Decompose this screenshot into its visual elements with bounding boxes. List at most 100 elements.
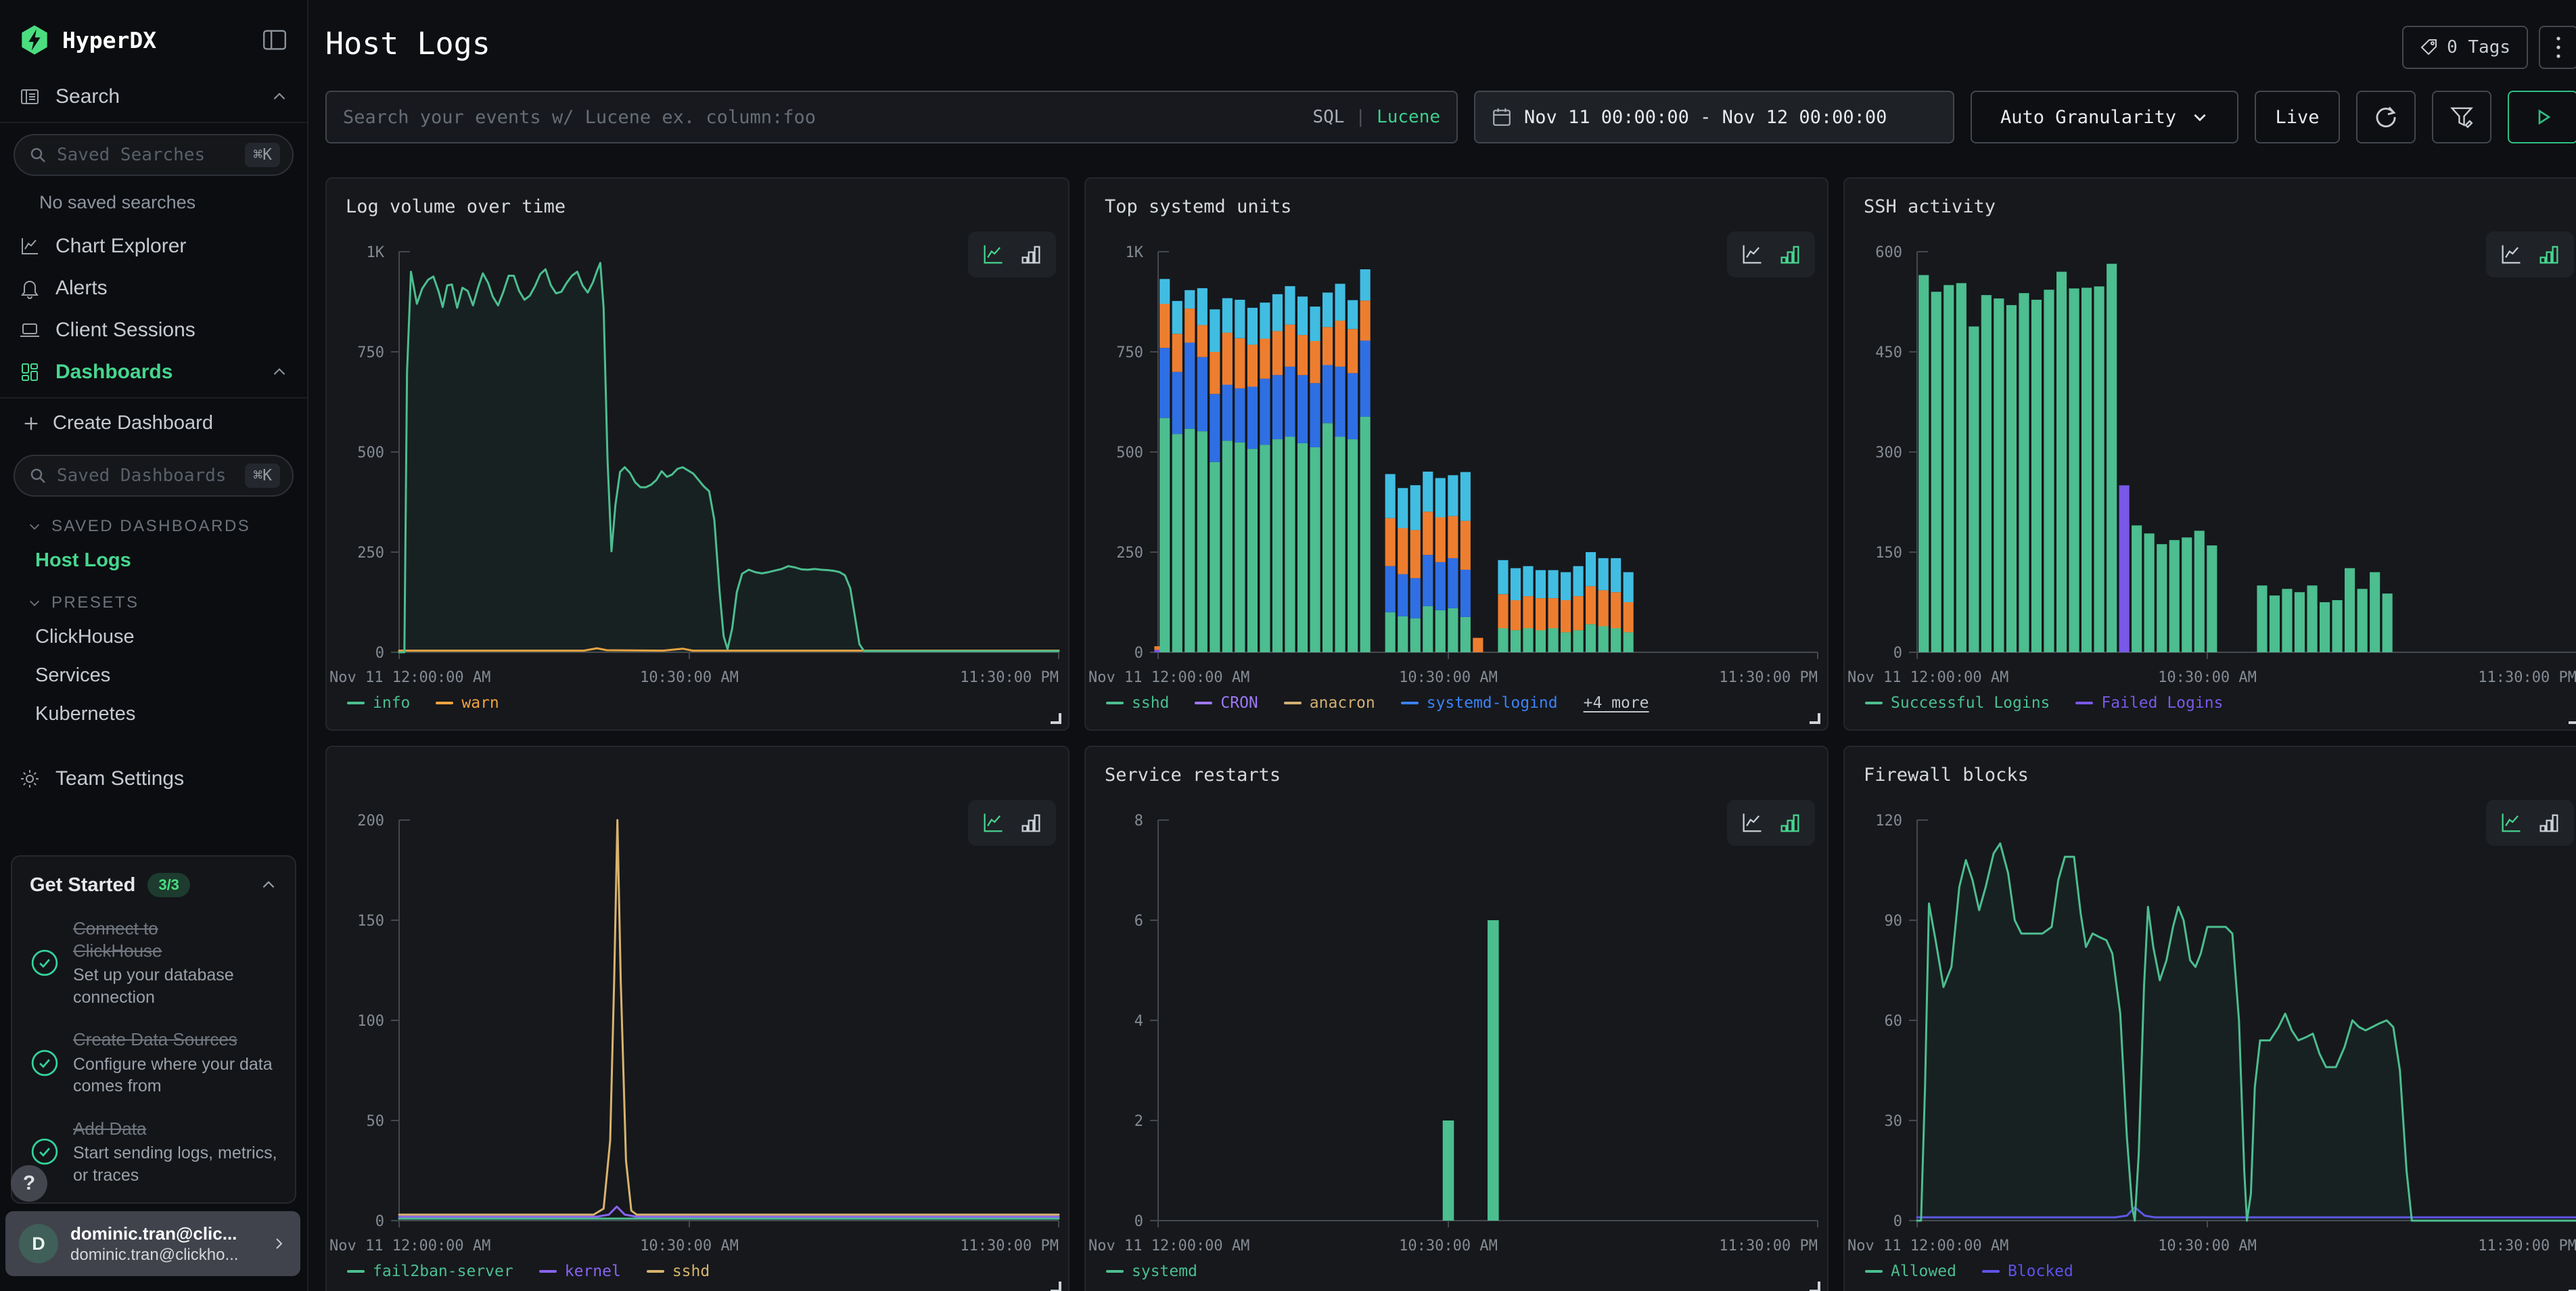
svg-text:150: 150 <box>357 913 384 930</box>
legend-item[interactable]: CRON <box>1195 694 1258 712</box>
get-started-step-sources[interactable]: Create Data Sources Configure where your… <box>30 1028 277 1097</box>
legend-item[interactable]: systemd-logind <box>1401 694 1558 712</box>
sidebar-collapse-icon[interactable] <box>261 28 288 51</box>
time-range-picker[interactable]: Nov 11 00:00:00 - Nov 12 00:00:00 <box>1474 91 1954 143</box>
more-options-button[interactable] <box>2539 26 2576 69</box>
legend-item[interactable]: Successful Logins <box>1865 694 2050 712</box>
saved-searches-field[interactable] <box>57 145 245 165</box>
logo-row: HyperDX <box>0 0 307 76</box>
tags-button[interactable]: 0 Tags <box>2402 26 2528 69</box>
legend-item[interactable]: sshd <box>1106 694 1169 712</box>
bar-view-button[interactable] <box>1019 242 1043 267</box>
svg-text:11:30:00 PM: 11:30:00 PM <box>960 669 1059 686</box>
bar-view-button[interactable] <box>2537 242 2561 267</box>
legend-label: CRON <box>1220 694 1258 712</box>
line-view-button[interactable] <box>1740 242 1764 267</box>
saved-dashboards-field[interactable] <box>57 466 245 486</box>
chart-canvas[interactable]: 02468Nov 11 12:00:00 AM10:30:00 AM11:30:… <box>1086 808 1827 1257</box>
user-menu[interactable]: D dominic.tran@clic... dominic.tran@clic… <box>5 1211 300 1276</box>
no-saved-searches-text: No saved searches <box>0 183 307 225</box>
line-view-button[interactable] <box>981 242 1005 267</box>
legend-item[interactable]: warn <box>436 694 499 712</box>
sidebar-item-label: Search <box>55 85 271 108</box>
legend-item[interactable]: sshd <box>647 1263 710 1280</box>
get-started-step-add-data[interactable]: Add Data Start sending logs, metrics, or… <box>30 1118 277 1187</box>
card-resize-handle[interactable] <box>1051 713 1061 724</box>
sidebar-item-chart-explorer[interactable]: Chart Explorer <box>0 225 307 267</box>
chart-canvas[interactable]: 0150300450600Nov 11 12:00:00 AM10:30:00 … <box>1845 240 2576 689</box>
sidebar-item-team-settings[interactable]: Team Settings <box>0 758 307 800</box>
legend-label: sshd <box>1132 694 1169 712</box>
line-view-button[interactable] <box>981 811 1005 835</box>
legend-swatch <box>1982 1270 2000 1273</box>
get-started-header[interactable]: Get Started 3/3 <box>30 873 277 897</box>
sidebar-preset-clickhouse[interactable]: ClickHouse <box>0 618 307 656</box>
legend-item[interactable]: fail2ban-server <box>347 1263 513 1280</box>
lucene-mode-toggle[interactable]: Lucene <box>1377 107 1440 127</box>
saved-dashboards-section-header[interactable]: SAVED DASHBOARDS <box>0 503 307 541</box>
chart-canvas[interactable]: 050100150200Nov 11 12:00:00 AM10:30:00 A… <box>327 808 1068 1257</box>
svg-text:2: 2 <box>1134 1113 1143 1130</box>
chevron-up-icon <box>271 88 288 106</box>
bar-view-button[interactable] <box>2537 811 2561 835</box>
saved-searches-input[interactable]: ⌘K <box>14 134 294 176</box>
line-view-button[interactable] <box>1740 811 1764 835</box>
card-resize-handle[interactable] <box>2569 1282 2576 1291</box>
legend-label: sshd <box>672 1263 710 1280</box>
presets-section-header[interactable]: PRESETS <box>0 580 307 618</box>
run-query-button[interactable] <box>2508 91 2576 143</box>
event-search-box[interactable]: SQL | Lucene <box>325 91 1458 143</box>
chart-canvas[interactable]: 02505007501KNov 11 12:00:00 AM10:30:00 A… <box>327 240 1068 689</box>
help-button[interactable]: ? <box>11 1165 47 1202</box>
chart-canvas[interactable]: 02505007501KNov 11 12:00:00 AM10:30:00 A… <box>1086 240 1827 689</box>
card-resize-handle[interactable] <box>1051 1282 1061 1291</box>
sidebar-item-dashboards[interactable]: Dashboards <box>0 351 307 393</box>
create-dashboard-label: Create Dashboard <box>53 412 213 434</box>
time-range-value: Nov 11 00:00:00 - Nov 12 00:00:00 <box>1524 107 1887 128</box>
get-started-card: Get Started 3/3 Connect to ClickHouse Se… <box>11 855 296 1204</box>
legend-item[interactable]: kernel <box>539 1263 621 1280</box>
card-resize-handle[interactable] <box>1810 1282 1820 1291</box>
bar-view-button[interactable] <box>1019 811 1043 835</box>
sidebar-item-search[interactable]: Search <box>0 76 307 118</box>
legend-item[interactable]: anacron <box>1284 694 1375 712</box>
chart-view-toggle <box>1727 231 1815 277</box>
granularity-select[interactable]: Auto Granularity <box>1971 91 2238 143</box>
svg-text:0: 0 <box>1893 1213 1902 1230</box>
brand-name: HyperDX <box>62 27 261 53</box>
gear-icon <box>19 768 41 790</box>
sidebar-item-client-sessions[interactable]: Client Sessions <box>0 309 307 351</box>
refresh-button[interactable] <box>2356 91 2416 143</box>
legend-item[interactable]: Failed Logins <box>2075 694 2223 712</box>
chart-canvas[interactable]: 0306090120Nov 11 12:00:00 AM10:30:00 AM1… <box>1845 808 2576 1257</box>
sidebar-preset-kubernetes[interactable]: Kubernetes <box>0 695 307 733</box>
avatar: D <box>19 1224 58 1263</box>
sidebar-dashboard-host-logs[interactable]: Host Logs <box>0 541 307 580</box>
line-view-button[interactable] <box>2499 242 2523 267</box>
get-started-step-connect[interactable]: Connect to ClickHouse Set up your databa… <box>30 918 277 1008</box>
sidebar-preset-services[interactable]: Services <box>0 656 307 695</box>
legend-label: systemd-logind <box>1427 694 1558 712</box>
saved-dashboards-input[interactable]: ⌘K <box>14 455 294 497</box>
svg-text:Nov 11 12:00:00 AM: Nov 11 12:00:00 AM <box>329 669 490 686</box>
bar-view-button[interactable] <box>1778 242 1802 267</box>
filter-button[interactable] <box>2432 91 2491 143</box>
sidebar-item-alerts[interactable]: Alerts <box>0 267 307 309</box>
chevron-up-icon <box>260 876 277 894</box>
create-dashboard-button[interactable]: Create Dashboard <box>0 403 307 444</box>
legend-more-link[interactable]: +4 more <box>1584 694 1649 712</box>
svg-text:50: 50 <box>367 1113 385 1130</box>
legend-item[interactable]: info <box>347 694 410 712</box>
legend-item[interactable]: Allowed <box>1865 1263 1956 1280</box>
legend-item[interactable]: systemd <box>1106 1263 1197 1280</box>
live-button[interactable]: Live <box>2255 91 2340 143</box>
sql-mode-toggle[interactable]: SQL <box>1312 107 1344 127</box>
event-search-input[interactable] <box>343 107 1312 128</box>
card-resize-handle[interactable] <box>2569 713 2576 724</box>
legend-item[interactable]: Blocked <box>1982 1263 2073 1280</box>
line-view-button[interactable] <box>2499 811 2523 835</box>
bar-view-button[interactable] <box>1778 811 1802 835</box>
svg-text:Nov 11 12:00:00 AM: Nov 11 12:00:00 AM <box>1847 669 2008 686</box>
card-resize-handle[interactable] <box>1810 713 1820 724</box>
svg-text:10:30:00 AM: 10:30:00 AM <box>2158 1238 2257 1254</box>
